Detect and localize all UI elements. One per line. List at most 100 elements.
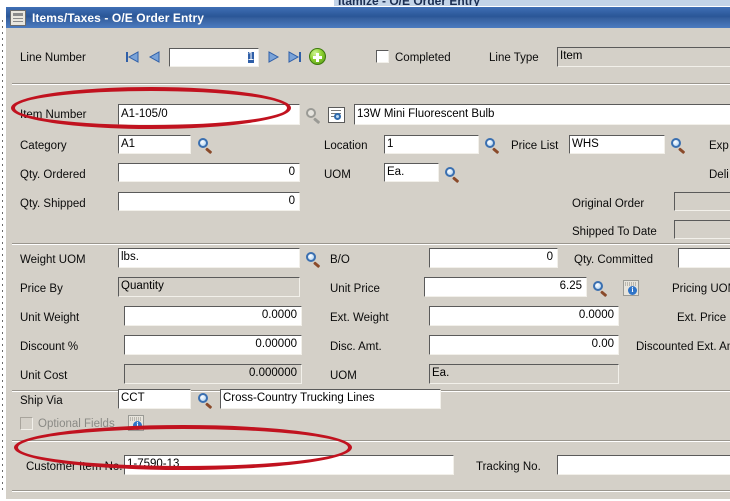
shipped-to-date-label: Shipped To Date bbox=[572, 226, 657, 238]
price-list-magnifier-icon[interactable] bbox=[670, 138, 687, 155]
ship-via-description-input[interactable]: Cross-Country Trucking Lines bbox=[220, 389, 441, 409]
disc-amt-label: Disc. Amt. bbox=[330, 341, 382, 353]
location-input[interactable]: 1 bbox=[384, 135, 479, 154]
shipping-separator bbox=[12, 440, 730, 442]
category-value: A1 bbox=[121, 137, 136, 150]
optional-fields-checkbox[interactable] bbox=[20, 417, 33, 430]
customer-item-no-input[interactable]: 1-7590-13 bbox=[124, 455, 454, 475]
optional-fields-label: Optional Fields bbox=[38, 418, 115, 430]
desktop-left-edge-dots bbox=[2, 20, 3, 490]
category-input[interactable]: A1 bbox=[118, 135, 191, 154]
price-list-label: Price List bbox=[511, 140, 559, 152]
unit-weight-value: 0.0000 bbox=[261, 309, 297, 322]
screenshot-root: Itamize - O/E Order Entry Items/Taxes - … bbox=[0, 0, 730, 501]
category-magnifier-icon[interactable] bbox=[197, 138, 214, 155]
bo-value: 0 bbox=[546, 251, 553, 264]
price-list-value: WHS bbox=[572, 137, 599, 150]
window-document-icon bbox=[10, 9, 26, 26]
line-number-value: 1 bbox=[247, 50, 254, 64]
item-description-value: 13W Mini Fluorescent Bulb bbox=[357, 107, 495, 120]
category-label: Category bbox=[20, 140, 67, 152]
uom-top-magnifier-icon[interactable] bbox=[444, 167, 461, 184]
item-number-input[interactable]: A1-105/0 bbox=[118, 104, 300, 125]
discounted-ext-amt-label: Discounted Ext. Amt bbox=[636, 341, 730, 353]
ext-price-label: Ext. Price bbox=[677, 312, 727, 324]
ext-weight-input[interactable]: 0.0000 bbox=[429, 306, 619, 326]
nav-last-icon[interactable] bbox=[287, 49, 303, 65]
weight-uom-input[interactable]: lbs. bbox=[118, 248, 300, 268]
optional-fields-info-drilldown-icon[interactable] bbox=[128, 415, 144, 431]
discount-pct-label: Discount % bbox=[20, 341, 79, 353]
line-number-input[interactable]: 1 bbox=[169, 48, 259, 67]
window-title: Items/Taxes - O/E Order Entry bbox=[32, 10, 205, 25]
weight-uom-magnifier-icon[interactable] bbox=[305, 252, 322, 269]
window-titlebar[interactable]: Items/Taxes - O/E Order Entry bbox=[6, 7, 730, 28]
qty-committed-label: Qty. Committed bbox=[574, 254, 654, 266]
unit-price-value: 6.25 bbox=[559, 280, 582, 293]
qty-ordered-value: 0 bbox=[288, 165, 295, 178]
item-number-label: Item Number bbox=[20, 109, 87, 121]
pricing-uom-label: Pricing UOM bbox=[672, 283, 730, 295]
nav-prev-icon[interactable] bbox=[147, 49, 163, 65]
nav-next-icon[interactable] bbox=[265, 49, 281, 65]
quantities-separator bbox=[12, 243, 730, 245]
expected-label: Exp bbox=[709, 140, 729, 152]
unit-price-magnifier-icon[interactable] bbox=[592, 281, 609, 298]
ext-weight-value: 0.0000 bbox=[578, 309, 614, 322]
qty-committed-field[interactable] bbox=[678, 248, 730, 268]
weight-uom-value: lbs. bbox=[121, 251, 139, 264]
ship-via-code-input[interactable]: CCT bbox=[118, 389, 191, 409]
toolbar-separator bbox=[12, 83, 730, 85]
customer-item-no-value: 1-7590-13 bbox=[127, 458, 180, 471]
price-by-value: Quantity bbox=[121, 280, 164, 293]
disc-amt-input[interactable]: 0.00 bbox=[429, 335, 619, 355]
uom-top-value: Ea. bbox=[387, 165, 405, 178]
qty-ordered-input[interactable]: 0 bbox=[118, 163, 300, 182]
uom-top-input[interactable]: Ea. bbox=[384, 163, 439, 182]
ext-weight-label: Ext. Weight bbox=[330, 312, 389, 324]
item-number-magnifier-icon[interactable] bbox=[305, 108, 322, 125]
original-order-label: Original Order bbox=[572, 198, 645, 210]
ship-via-label: Ship Via bbox=[20, 395, 63, 407]
uom-bottom-field[interactable]: Ea. bbox=[429, 364, 619, 384]
price-by-field[interactable]: Quantity bbox=[118, 277, 300, 297]
ship-via-code-value: CCT bbox=[121, 392, 145, 405]
line-type-label: Line Type bbox=[489, 52, 539, 64]
location-label: Location bbox=[324, 140, 368, 152]
nav-first-icon[interactable] bbox=[124, 49, 140, 65]
disc-amt-value: 0.00 bbox=[591, 338, 614, 351]
unit-cost-label: Unit Cost bbox=[20, 370, 68, 382]
uom-top-label: UOM bbox=[324, 169, 351, 181]
uom-bottom-value: Ea. bbox=[432, 367, 450, 380]
unit-price-info-drilldown-icon[interactable] bbox=[623, 280, 639, 296]
qty-ordered-label: Qty. Ordered bbox=[20, 169, 86, 181]
discount-pct-input[interactable]: 0.00000 bbox=[124, 335, 302, 355]
item-description-input[interactable]: 13W Mini Fluorescent Bulb bbox=[354, 104, 730, 125]
nav-new-plus-icon[interactable] bbox=[309, 48, 326, 65]
customer-item-no-label: Customer Item No. bbox=[26, 461, 123, 473]
unit-price-label: Unit Price bbox=[330, 283, 380, 295]
line-number-label: Line Number bbox=[20, 52, 86, 64]
completed-label: Completed bbox=[395, 52, 451, 64]
item-number-document-magnifier-icon[interactable] bbox=[328, 107, 345, 123]
price-list-input[interactable]: WHS bbox=[569, 135, 665, 154]
line-type-field[interactable]: Item bbox=[557, 47, 730, 67]
qty-shipped-value: 0 bbox=[288, 194, 295, 207]
shipped-to-date-field[interactable] bbox=[674, 220, 730, 239]
qty-shipped-label: Qty. Shipped bbox=[20, 198, 86, 210]
discount-pct-value: 0.00000 bbox=[255, 338, 297, 351]
window-client-area: Line Number 1 Completed Line Type Item I… bbox=[6, 28, 730, 499]
ship-via-magnifier-icon[interactable] bbox=[197, 393, 214, 410]
uom-bottom-label: UOM bbox=[330, 370, 357, 382]
line-type-value: Item bbox=[560, 50, 583, 63]
qty-shipped-input[interactable]: 0 bbox=[118, 192, 300, 211]
unit-weight-input[interactable]: 0.0000 bbox=[124, 306, 302, 326]
unit-price-input[interactable]: 6.25 bbox=[424, 277, 587, 297]
tracking-no-input[interactable] bbox=[557, 455, 730, 475]
bo-input[interactable]: 0 bbox=[429, 248, 558, 268]
tracking-no-label: Tracking No. bbox=[476, 461, 541, 473]
unit-cost-field[interactable]: 0.000000 bbox=[124, 364, 302, 384]
location-magnifier-icon[interactable] bbox=[484, 138, 501, 155]
completed-checkbox[interactable] bbox=[376, 50, 389, 63]
original-order-field[interactable] bbox=[674, 192, 730, 211]
